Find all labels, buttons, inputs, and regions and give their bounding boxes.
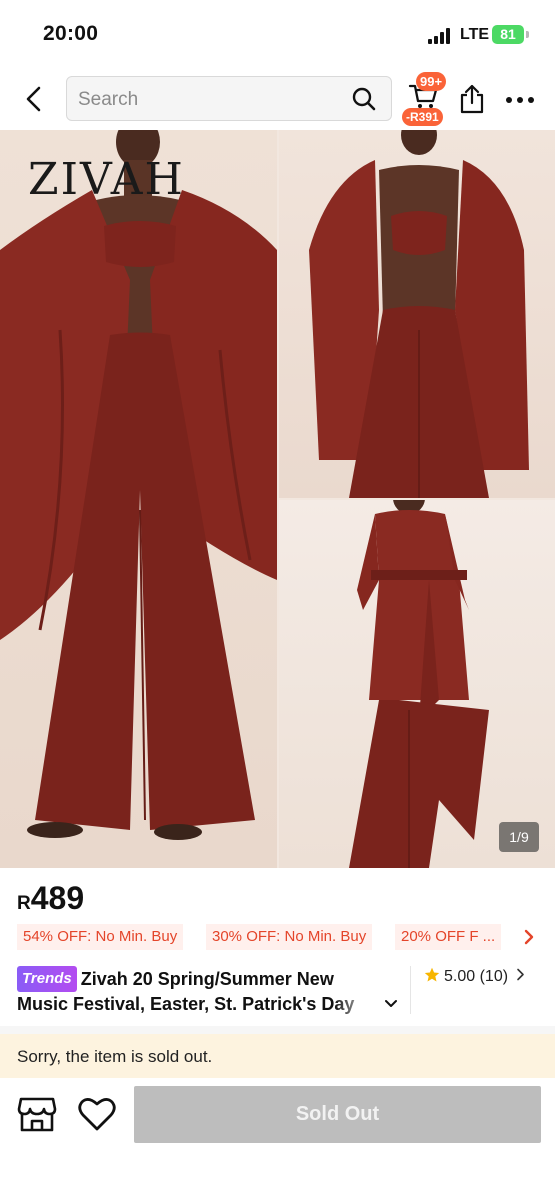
battery-icon: 81 — [492, 25, 524, 44]
cart-count-badge: 99+ — [416, 72, 447, 91]
cart-discount-badge: -R391 — [402, 108, 443, 126]
chevron-right-icon — [517, 968, 524, 981]
cart-button[interactable]: 99+ -R391 — [402, 70, 452, 128]
section-separator — [0, 1026, 555, 1034]
promo-chip[interactable]: 20% OFF F ... — [395, 924, 502, 950]
product-title-text-2: Music Festival, Easter, St. Patrick's Da… — [17, 994, 355, 1014]
product-rating[interactable]: 5.00 (10) — [424, 967, 525, 986]
image-page-indicator: 1/9 — [499, 822, 539, 852]
rating-value: 5.00 — [444, 968, 476, 985]
product-image-thumb-1 — [279, 130, 555, 498]
store-icon[interactable] — [17, 1095, 57, 1133]
status-bar: 20:00 LTE 81 — [0, 0, 555, 70]
rating-count: (10) — [479, 968, 509, 985]
sold-out-notice: Sorry, the item is sold out. — [0, 1034, 555, 1078]
search-input[interactable]: Search — [66, 76, 392, 121]
promo-chip[interactable]: 54% OFF: No Min. Buy — [17, 924, 184, 950]
product-image-gallery[interactable]: ZIVAH 1/9 — [0, 130, 555, 868]
search-icon[interactable] — [351, 86, 377, 112]
share-icon[interactable] — [459, 84, 485, 114]
sold-out-notice-text: Sorry, the item is sold out. — [17, 1047, 213, 1066]
brand-logo: ZIVAH — [28, 154, 185, 205]
more-options-icon[interactable] — [505, 96, 535, 104]
product-price: R489 — [17, 880, 84, 917]
sold-out-button[interactable]: Sold Out — [134, 1086, 541, 1143]
product-title[interactable]: Trends Zivah 20 Spring/Summer New Music F… — [17, 966, 412, 1016]
top-nav: Search 99+ -R391 — [0, 70, 555, 130]
search-placeholder: Search — [78, 89, 139, 110]
signal-icon — [428, 28, 454, 44]
product-title-line-1: Trends Zivah 20 Spring/Summer New — [17, 966, 412, 992]
promo-chips[interactable]: 54% OFF: No Min. Buy 30% OFF: No Min. Bu… — [17, 924, 537, 950]
star-icon — [424, 967, 440, 982]
divider — [410, 966, 411, 1014]
product-image-main: ZIVAH — [0, 130, 277, 868]
network-label: LTE — [460, 26, 490, 43]
status-time: 20:00 — [43, 22, 99, 45]
back-arrow-icon[interactable] — [18, 82, 52, 116]
price-value: 489 — [30, 880, 85, 916]
product-title-line-2: Music Festival, Easter, St. Patrick's Da… — [17, 992, 412, 1016]
battery-tip — [526, 31, 529, 38]
promo-chip[interactable]: 30% OFF: No Min. Buy — [206, 924, 373, 950]
bottom-action-bar: Sold Out — [0, 1078, 555, 1200]
chevron-right-icon[interactable] — [522, 927, 536, 947]
wishlist-heart-icon[interactable] — [78, 1096, 116, 1132]
product-image-thumb-2 — [279, 500, 555, 868]
trends-badge: Trends — [17, 966, 77, 992]
price-currency: R — [17, 893, 31, 914]
product-title-text-1: Zivah 20 Spring/Summer New — [80, 969, 334, 989]
chevron-down-icon[interactable] — [385, 999, 397, 1009]
